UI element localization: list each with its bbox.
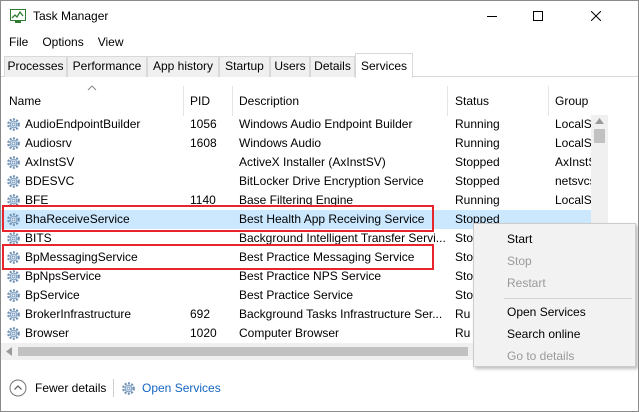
service-description: Computer Browser bbox=[239, 326, 340, 340]
open-services-label: Open Services bbox=[142, 381, 221, 395]
context-menu-search-online[interactable]: Search online bbox=[507, 327, 580, 341]
gear-icon bbox=[7, 327, 20, 340]
window-title: Task Manager bbox=[33, 9, 109, 23]
context-menu-restart: Restart bbox=[507, 276, 546, 290]
highlight-box bbox=[2, 244, 434, 270]
service-description: Background Tasks Infrastructure Ser... bbox=[239, 307, 443, 321]
gear-icon bbox=[7, 270, 20, 283]
service-description: Best Practice Service bbox=[239, 288, 354, 302]
menu-view[interactable]: View bbox=[98, 35, 124, 49]
context-menu: Start Stop Restart Open Services Search … bbox=[473, 223, 636, 367]
service-group: LocalS bbox=[555, 117, 591, 131]
open-services-link[interactable]: Open Services bbox=[121, 379, 221, 397]
service-pid: 692 bbox=[190, 307, 211, 321]
column-header-name[interactable]: Name bbox=[9, 94, 41, 108]
table-row[interactable]: Audiosrv 1608 Windows Audio Running Loca… bbox=[1, 134, 591, 153]
service-group: LocalS bbox=[555, 193, 591, 207]
service-name: BrokerInfrastructure bbox=[25, 307, 132, 321]
context-menu-separator bbox=[504, 298, 632, 299]
gear-icon bbox=[7, 118, 20, 131]
tab-performance[interactable]: Performance bbox=[67, 56, 147, 77]
scroll-up-icon[interactable] bbox=[595, 118, 604, 124]
column-header-description[interactable]: Description bbox=[239, 94, 299, 108]
fewer-details-button[interactable]: Fewer details bbox=[9, 379, 106, 397]
service-name: BDESVC bbox=[25, 174, 75, 188]
scroll-left-icon[interactable] bbox=[6, 347, 12, 356]
context-menu-open-services[interactable]: Open Services bbox=[507, 305, 586, 319]
context-menu-stop: Stop bbox=[507, 254, 532, 268]
service-status: Stopped bbox=[455, 155, 500, 169]
table-row[interactable]: AxInstSV ActiveX Installer (AxInstSV) St… bbox=[1, 153, 591, 172]
service-description: Windows Audio Endpoint Builder bbox=[239, 117, 413, 131]
gear-icon bbox=[7, 308, 20, 321]
tab-services[interactable]: Services bbox=[355, 53, 413, 78]
column-header-row: Name PID Description Status Group bbox=[1, 86, 591, 116]
column-header-status[interactable]: Status bbox=[455, 94, 489, 108]
fewer-details-label: Fewer details bbox=[35, 381, 107, 395]
service-group: netsvcs bbox=[555, 174, 591, 188]
tab-app-history[interactable]: App history bbox=[147, 56, 219, 77]
horizontal-scroll-thumb[interactable] bbox=[18, 347, 468, 356]
vertical-scroll-thumb[interactable] bbox=[594, 129, 605, 143]
menu-options[interactable]: Options bbox=[42, 35, 83, 49]
gear-icon bbox=[7, 156, 20, 169]
footer-divider bbox=[113, 379, 114, 397]
close-icon bbox=[591, 11, 601, 21]
maximize-button[interactable] bbox=[515, 1, 561, 31]
footer-bar: Fewer details Open Services bbox=[1, 371, 638, 405]
minimize-button[interactable] bbox=[469, 1, 515, 31]
service-name: AudioEndpointBuilder bbox=[25, 117, 141, 131]
tab-users[interactable]: Users bbox=[270, 56, 310, 77]
gear-icon bbox=[7, 175, 20, 188]
context-menu-start[interactable]: Start bbox=[507, 232, 532, 246]
context-menu-go-to-details: Go to details bbox=[507, 349, 575, 363]
maximize-icon bbox=[533, 11, 543, 21]
column-divider[interactable] bbox=[232, 86, 233, 116]
service-name: AxInstSV bbox=[25, 155, 75, 169]
table-row[interactable]: AudioEndpointBuilder 1056 Windows Audio … bbox=[1, 115, 591, 134]
column-divider[interactable] bbox=[183, 86, 184, 116]
column-header-group[interactable]: Group bbox=[555, 94, 588, 108]
service-name: Audiosrv bbox=[25, 136, 72, 150]
minimize-icon bbox=[487, 16, 497, 17]
gear-icon bbox=[7, 289, 20, 302]
task-manager-icon bbox=[10, 9, 26, 23]
menu-file[interactable]: File bbox=[9, 35, 28, 49]
service-status: Stopped bbox=[455, 174, 500, 188]
column-header-pid[interactable]: PID bbox=[190, 94, 210, 108]
service-status: Running bbox=[455, 136, 500, 150]
tab-strip: Processes Performance App history Startu… bbox=[1, 53, 638, 78]
tab-startup[interactable]: Startup bbox=[219, 56, 270, 77]
tab-processes[interactable]: Processes bbox=[4, 56, 67, 77]
gear-icon bbox=[7, 137, 20, 150]
service-description: Windows Audio bbox=[239, 136, 322, 150]
service-name: BpService bbox=[25, 288, 80, 302]
task-manager-window: Task Manager File Options View Processes… bbox=[0, 0, 639, 412]
service-group: AxInstS bbox=[555, 155, 591, 169]
service-description: ActiveX Installer (AxInstSV) bbox=[239, 155, 386, 169]
column-divider[interactable] bbox=[447, 86, 448, 116]
service-description: BitLocker Drive Encryption Service bbox=[239, 174, 424, 188]
gear-icon bbox=[122, 381, 135, 395]
tab-details[interactable]: Details bbox=[310, 56, 355, 77]
service-pid: 1056 bbox=[190, 117, 217, 131]
service-status: Running bbox=[455, 117, 500, 131]
chevron-up-circle-icon bbox=[9, 379, 27, 397]
title-bar[interactable]: Task Manager bbox=[1, 1, 638, 32]
service-status: Running bbox=[455, 193, 500, 207]
highlight-box bbox=[2, 205, 434, 232]
service-name: Browser bbox=[25, 326, 70, 340]
menu-bar: File Options View bbox=[1, 32, 638, 52]
close-button[interactable] bbox=[573, 1, 619, 31]
service-pid: 1608 bbox=[190, 136, 217, 150]
table-row[interactable]: BDESVC BitLocker Drive Encryption Servic… bbox=[1, 172, 591, 191]
service-group: LocalS bbox=[555, 136, 591, 150]
service-pid: 1020 bbox=[190, 326, 217, 340]
column-divider[interactable] bbox=[548, 86, 549, 116]
